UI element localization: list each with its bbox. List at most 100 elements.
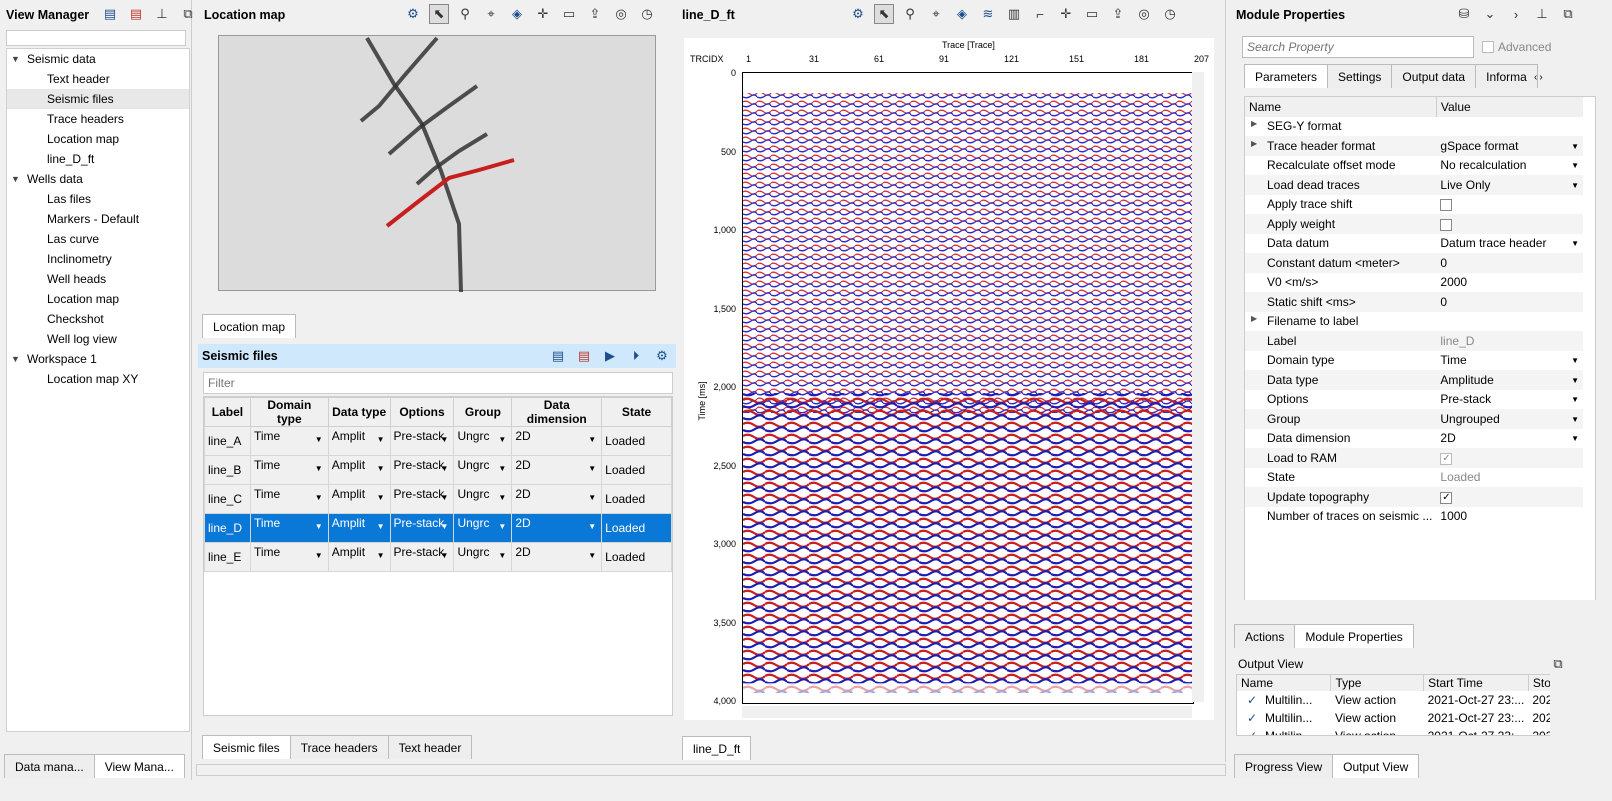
run-step-icon[interactable]: ⏵: [626, 346, 646, 366]
histogram-icon[interactable]: ▥: [1004, 4, 1024, 24]
module-properties-bottom-tab[interactable]: Actions: [1234, 624, 1296, 648]
dtype-select[interactable]: Amplit ▼: [327, 542, 391, 572]
measure-icon[interactable]: ◎: [611, 4, 631, 24]
dtype-select[interactable]: Amplit ▼: [327, 426, 391, 456]
tree-item[interactable]: line_D_ft: [7, 149, 189, 169]
seismic-hscroll[interactable]: [742, 706, 1192, 718]
output-row[interactable]: ✓ Multilin... View action 2021-Oct-27 23:..…: [1237, 727, 1561, 735]
tree-item[interactable]: ▼ Seismic data: [7, 49, 189, 69]
property-row[interactable]: V0 <m/s> 2000: [1245, 273, 1583, 293]
options-select[interactable]: Pre-stack ▼: [389, 513, 455, 543]
settings-gear-icon[interactable]: ⚙: [403, 4, 423, 24]
output-view-bottom-tab[interactable]: Output View: [1332, 754, 1420, 778]
column-header[interactable]: State: [601, 397, 672, 427]
property-row[interactable]: Data type Amplitude ▼: [1245, 370, 1583, 390]
dropdown-arrow-icon[interactable]: ▼: [1571, 434, 1579, 443]
dropdown-arrow-icon[interactable]: ▼: [1571, 239, 1579, 248]
chart-icon[interactable]: ⌐: [1030, 4, 1050, 24]
add-file-icon[interactable]: ▤: [548, 346, 568, 366]
seismic-files-tab[interactable]: Trace headers: [289, 735, 389, 759]
property-row[interactable]: Update topography ✓: [1245, 487, 1583, 507]
column-header[interactable]: Label: [204, 397, 251, 427]
dropdown-arrow-icon[interactable]: ▼: [1571, 415, 1579, 424]
property-value[interactable]: Datum trace header ▼: [1436, 234, 1583, 254]
options-select[interactable]: Pre-stack ▼: [389, 542, 455, 572]
crosshair-icon[interactable]: ✛: [533, 4, 553, 24]
property-value[interactable]: ✓: [1436, 487, 1583, 507]
wiggle-icon[interactable]: ≋: [978, 4, 998, 24]
seismic-section[interactable]: [742, 72, 1194, 704]
seismic-files-tab[interactable]: Seismic files: [202, 735, 291, 759]
table-row[interactable]: line_B Time ▼ Amplit ▼ Pre-stack ▼ Ungrc ▼ 2D ▼ Loa…: [204, 455, 672, 485]
tree-item[interactable]: Location map XY: [7, 369, 189, 389]
property-value[interactable]: Ungrouped ▼: [1436, 409, 1583, 429]
property-row[interactable]: Recalculate offset mode No recalculation ▼: [1245, 156, 1583, 176]
location-map-vscroll[interactable]: [657, 35, 669, 291]
property-value[interactable]: Time ▼: [1436, 351, 1583, 371]
dropdown-arrow-icon[interactable]: ▼: [1571, 181, 1579, 190]
property-value[interactable]: 2000: [1436, 273, 1583, 293]
property-value[interactable]: [1436, 312, 1583, 332]
advanced-checkbox[interactable]: Advanced: [1482, 40, 1551, 54]
property-value[interactable]: 0: [1436, 253, 1583, 273]
group-select[interactable]: Ungrc ▼: [453, 426, 513, 456]
property-row[interactable]: Constant datum <meter> 0: [1245, 253, 1583, 273]
location-map-hscroll[interactable]: [218, 292, 656, 304]
search-property-input[interactable]: [1242, 36, 1474, 58]
pick-icon[interactable]: ⌖: [926, 4, 946, 24]
export-icon[interactable]: ⇪: [585, 4, 605, 24]
property-row[interactable]: Apply trace shift: [1245, 195, 1583, 215]
tree-item[interactable]: Inclinometry: [7, 249, 189, 269]
group-select[interactable]: Ungrc ▼: [453, 484, 513, 514]
dim-select[interactable]: 2D ▼: [511, 426, 603, 456]
dtype-select[interactable]: Amplit ▼: [327, 513, 391, 543]
output-column-header[interactable]: Type: [1330, 675, 1425, 691]
view-manager-search[interactable]: [6, 30, 186, 46]
module-properties-tab[interactable]: Output data: [1391, 64, 1477, 88]
float-icon[interactable]: ⧉: [178, 4, 198, 24]
seismic-vscroll[interactable]: [1192, 72, 1204, 702]
property-value[interactable]: [1436, 117, 1583, 137]
domain-select[interactable]: Time ▼: [249, 426, 329, 456]
property-row[interactable]: State Loaded: [1245, 468, 1583, 488]
tree-item[interactable]: Trace headers: [7, 109, 189, 129]
property-row[interactable]: Data datum Datum trace header ▼: [1245, 234, 1583, 254]
module-properties-bottom-tab[interactable]: Module Properties: [1294, 624, 1414, 648]
expand-caret-icon[interactable]: ▼: [11, 49, 20, 69]
property-row[interactable]: Load dead traces Live Only ▼: [1245, 175, 1583, 195]
dim-select[interactable]: 2D ▼: [511, 513, 603, 543]
pin-icon[interactable]: ⊥: [1532, 4, 1552, 24]
expand-arrow-icon[interactable]: ▶: [1251, 314, 1257, 323]
dropdown-arrow-icon[interactable]: ▼: [1571, 395, 1579, 404]
property-checkbox[interactable]: ✓: [1440, 452, 1453, 465]
group-select[interactable]: Ungrc ▼: [453, 455, 513, 485]
property-value[interactable]: Live Only ▼: [1436, 175, 1583, 195]
property-row[interactable]: Static shift <ms> 0: [1245, 292, 1583, 312]
options-select[interactable]: Pre-stack ▼: [389, 455, 455, 485]
export-icon[interactable]: ⇪: [1108, 4, 1128, 24]
tab-line-d-ft[interactable]: line_D_ft: [682, 736, 752, 760]
properties-hscroll[interactable]: [1244, 600, 1596, 612]
add-view-icon[interactable]: ▤: [100, 4, 120, 24]
zoom-icon[interactable]: ⚲: [455, 4, 475, 24]
table-row[interactable]: line_C Time ▼ Amplit ▼ Pre-stack ▼ Ungrc ▼ 2D ▼ Loa…: [204, 484, 672, 514]
column-header[interactable]: Data dimension: [511, 397, 603, 427]
tree-item[interactable]: Text header: [7, 69, 189, 89]
main-hscroll[interactable]: [196, 764, 1226, 776]
property-value[interactable]: gSpace format ▼: [1436, 136, 1583, 156]
output-vscroll[interactable]: [1550, 674, 1562, 736]
property-value[interactable]: 1000: [1436, 507, 1583, 527]
tab-location-map[interactable]: Location map: [202, 314, 297, 338]
dim-select[interactable]: 2D ▼: [511, 455, 603, 485]
expand-caret-icon[interactable]: ▼: [11, 169, 20, 189]
options-select[interactable]: Pre-stack ▼: [389, 484, 455, 514]
pin-icon[interactable]: ⊥: [152, 4, 172, 24]
output-row[interactable]: ✓ Multilin... View action 2021-Oct-27 23:..…: [1237, 709, 1561, 727]
property-row[interactable]: ▶ SEG-Y format: [1245, 117, 1583, 137]
property-row[interactable]: Load to RAM ✓: [1245, 448, 1583, 468]
tree-item[interactable]: Las files: [7, 189, 189, 209]
dropdown-arrow-icon[interactable]: ▼: [1571, 356, 1579, 365]
property-row[interactable]: Options Pre-stack ▼: [1245, 390, 1583, 410]
crosshair-icon[interactable]: ✛: [1056, 4, 1076, 24]
property-checkbox[interactable]: [1440, 199, 1453, 212]
